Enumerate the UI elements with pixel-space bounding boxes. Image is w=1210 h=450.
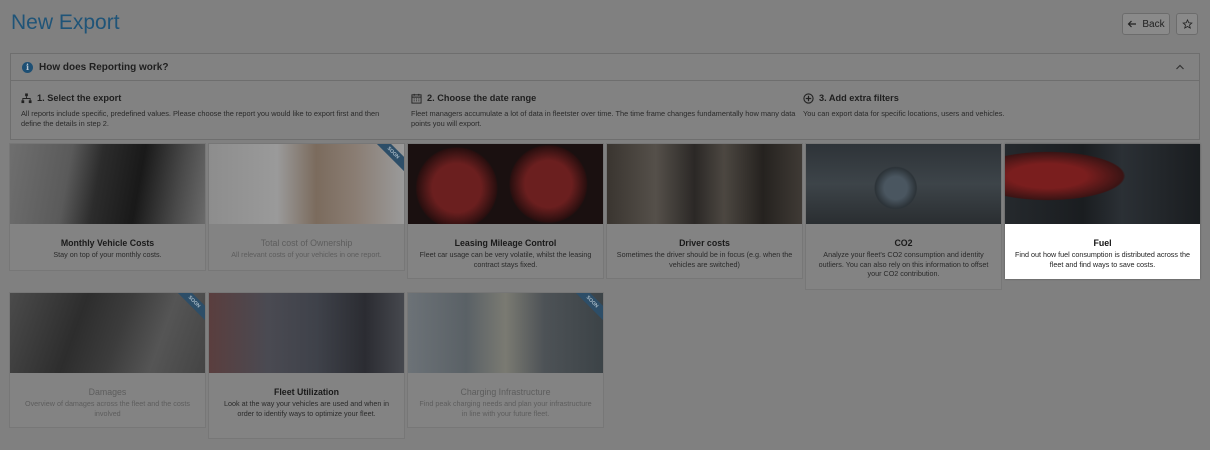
card-fleet-utilization[interactable]: Fleet Utilization Look at the way your v… — [209, 293, 404, 438]
card-title: Charging Infrastructure — [460, 387, 551, 397]
step-extra-filters: 3. Add extra filters You can export data… — [803, 92, 1193, 119]
card-title: Fleet Utilization — [273, 387, 339, 397]
card-title: CO2 — [894, 238, 913, 248]
back-button[interactable]: Back — [1122, 13, 1170, 35]
card-description: Analyze your fleet's CO2 consumption and… — [818, 250, 989, 278]
card-image: SOON — [209, 144, 404, 224]
info-icon: i — [22, 61, 33, 73]
card-description: All relevant costs of your vehicles in o… — [231, 250, 382, 259]
card-image — [408, 144, 603, 224]
card-title: Monthly Vehicle Costs — [60, 238, 155, 248]
card-image: SOON — [408, 293, 603, 373]
card-title: Total cost of Ownership — [260, 238, 353, 248]
star-icon — [1181, 18, 1193, 29]
soon-badge: SOON — [570, 293, 603, 324]
card-description: Find peak charging needs and plan your i… — [419, 399, 592, 418]
card-title: Damages — [88, 387, 127, 397]
step-title: 3. Add extra filters — [819, 93, 899, 103]
card-driver-costs[interactable]: Driver costs Sometimes the driver should… — [607, 144, 802, 278]
card-description: Stay on top of your monthly costs. — [53, 250, 162, 259]
step-text: All reports include specific, predefined… — [21, 109, 380, 128]
step-title: 1. Select the export — [37, 93, 122, 103]
card-description: Sometimes the driver should be in focus … — [616, 250, 793, 269]
step-text: Fleet managers accumulate a lot of data … — [411, 109, 796, 128]
reporting-info-header[interactable]: i How does Reporting work? — [11, 54, 1199, 81]
card-image — [806, 144, 1001, 224]
card-image — [209, 293, 404, 373]
sitemap-icon — [21, 92, 32, 103]
card-image — [607, 144, 802, 224]
plus-circle-icon — [803, 92, 814, 104]
card-total-cost-of-ownership: SOON Total cost of Ownership All relevan… — [209, 144, 404, 270]
card-image — [1005, 144, 1200, 224]
reporting-info-panel: i How does Reporting work? 1. Select the… — [10, 53, 1200, 140]
page-title: New Export — [11, 11, 120, 34]
card-title: Driver costs — [679, 238, 730, 248]
card-image: SOON — [10, 293, 205, 373]
arrow-left-icon — [1128, 20, 1137, 28]
step-date-range: 2. Choose the date range Fleet managers … — [411, 92, 796, 129]
card-image — [10, 144, 205, 224]
back-button-label: Back — [1142, 18, 1165, 30]
card-charging-infrastructure: SOON Charging Infrastructure Find peak c… — [408, 293, 603, 427]
card-title: Leasing Mileage Control — [454, 238, 557, 248]
card-title: Fuel — [1093, 238, 1112, 248]
reporting-info-title: How does Reporting work? — [39, 61, 169, 73]
card-damages: SOON Damages Overview of damages across … — [10, 293, 205, 427]
card-description: Overview of damages across the fleet and… — [25, 399, 190, 418]
card-fuel[interactable]: Fuel Find out how fuel consumption is di… — [1005, 144, 1200, 279]
card-description: Look at the way your vehicles are used a… — [223, 399, 389, 418]
step-text: You can export data for specific locatio… — [803, 109, 1005, 118]
step-select-export: 1. Select the export All reports include… — [21, 92, 401, 129]
card-co2[interactable]: CO2 Analyze your fleet's CO2 consumption… — [806, 144, 1001, 289]
chevron-up-icon[interactable] — [1175, 63, 1185, 71]
favorite-button[interactable] — [1176, 13, 1198, 35]
card-leasing-mileage-control[interactable]: Leasing Mileage Control Fleet car usage … — [408, 144, 603, 278]
card-monthly-vehicle-costs[interactable]: Monthly Vehicle Costs Stay on top of you… — [10, 144, 205, 270]
step-title: 2. Choose the date range — [427, 93, 537, 103]
soon-badge: SOON — [371, 144, 404, 175]
card-description: Fleet car usage can be very volatile, wh… — [419, 250, 592, 269]
calendar-icon — [411, 93, 422, 104]
card-description: Find out how fuel consumption is distrib… — [1015, 250, 1190, 269]
soon-badge: SOON — [172, 293, 205, 324]
